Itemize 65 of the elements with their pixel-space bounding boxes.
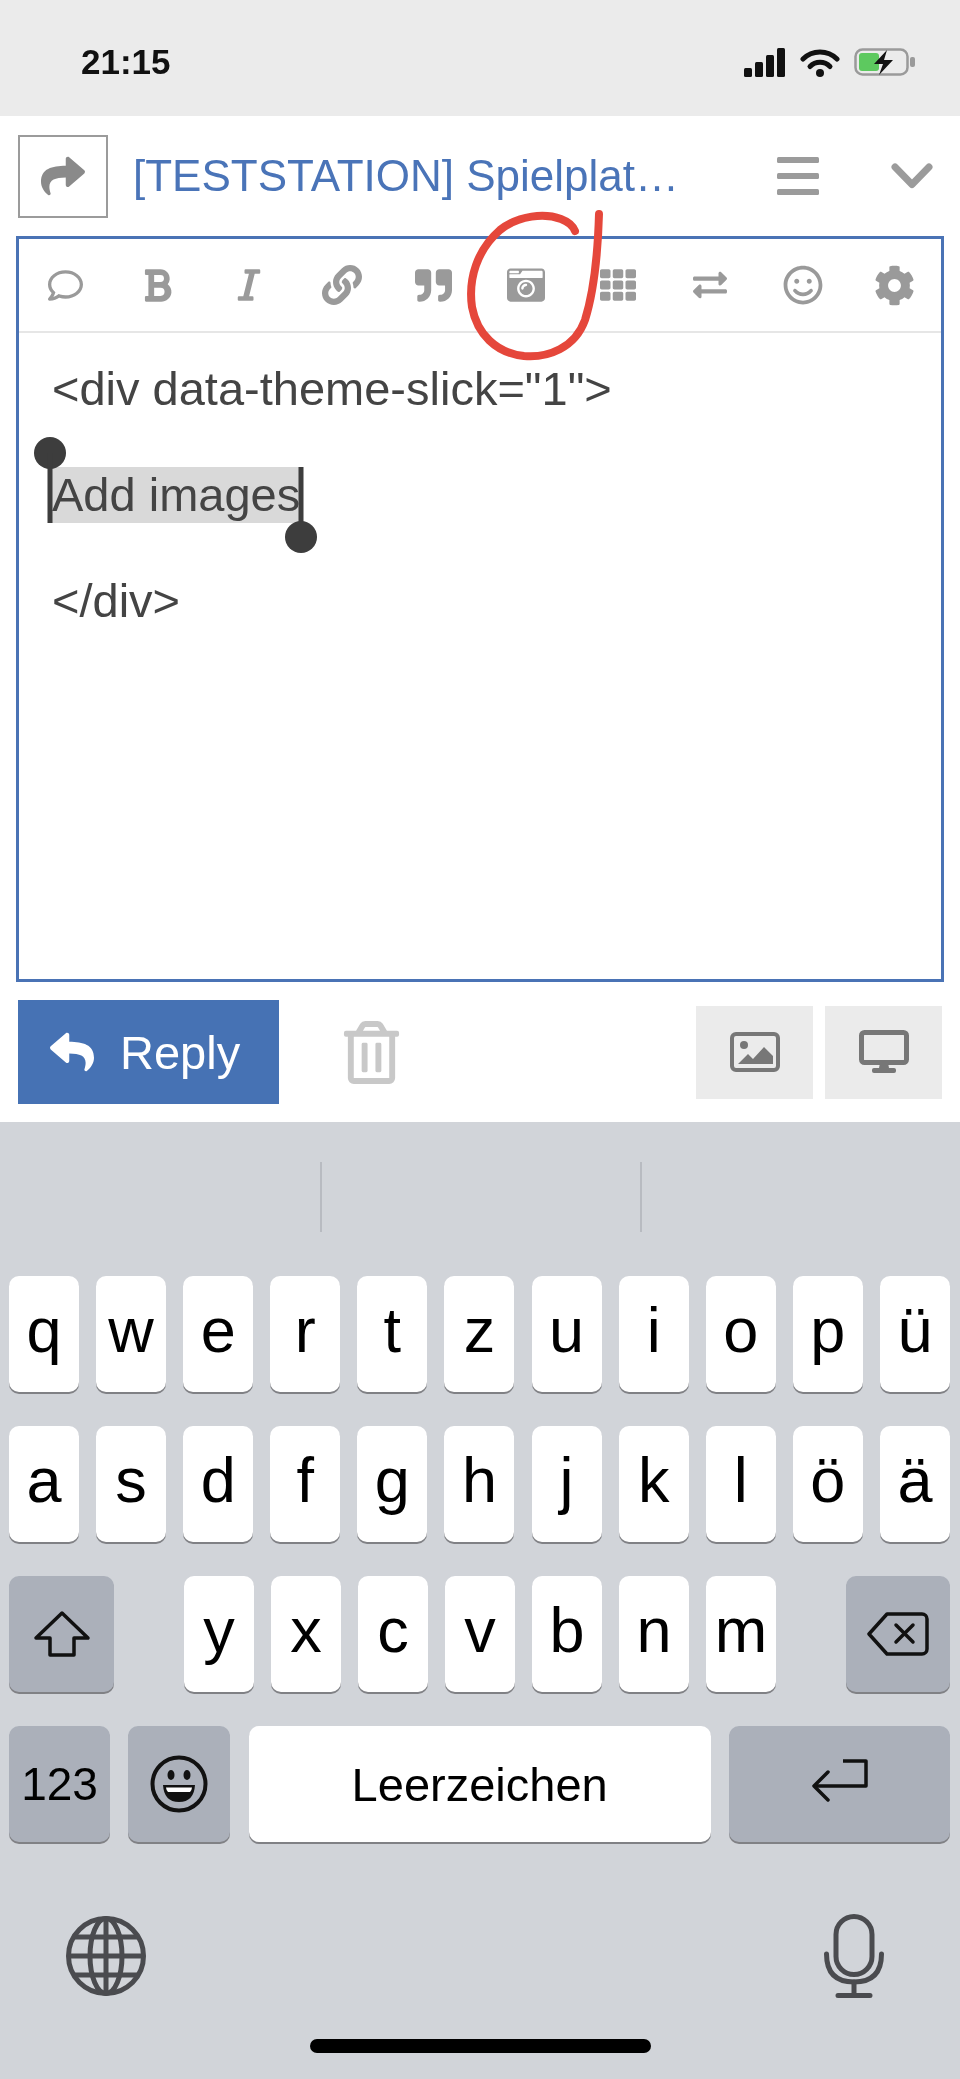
speech-bubble-icon[interactable] (47, 267, 83, 303)
emoji-key[interactable] (128, 1726, 231, 1842)
keyboard-key[interactable]: x (271, 1576, 341, 1692)
keyboard-key[interactable]: f (270, 1426, 341, 1542)
menu-icon[interactable] (777, 157, 819, 195)
share-button[interactable] (18, 134, 108, 218)
keyboard-key[interactable]: m (706, 1576, 776, 1692)
quote-icon[interactable] (415, 266, 453, 304)
keyboard-key[interactable]: n (619, 1576, 689, 1692)
keyboard-key[interactable]: i (618, 1276, 689, 1392)
keyboard-key[interactable]: ö (792, 1426, 863, 1542)
keyboard-key[interactable]: k (618, 1426, 689, 1542)
keyboard-key[interactable]: v (445, 1576, 515, 1692)
camera-icon[interactable] (507, 266, 546, 304)
keyboard-key[interactable]: b (532, 1576, 602, 1692)
wifi-icon (800, 47, 840, 77)
thread-title-link[interactable]: [TESTSTATION] Spielplat… (133, 151, 680, 201)
keyboard-key[interactable]: z (444, 1276, 515, 1392)
keyboard-key[interactable]: g (357, 1426, 428, 1542)
editor-text-line: </div> (52, 573, 181, 629)
chevron-down-icon[interactable] (891, 162, 933, 190)
editor-text-field[interactable]: <div data-theme-slick="1"> Add images </div> (19, 333, 941, 979)
keyboard-key[interactable]: a (9, 1426, 79, 1542)
share-arrow-icon (41, 154, 85, 198)
backspace-key[interactable] (846, 1576, 950, 1692)
link-icon[interactable] (321, 265, 362, 305)
monitor-icon (858, 1030, 909, 1074)
signal-icon (744, 47, 786, 77)
keyboard-key[interactable]: h (444, 1426, 515, 1542)
settings-icon[interactable] (874, 264, 916, 306)
keyboard-key[interactable]: r (270, 1276, 341, 1392)
microphone-icon[interactable] (824, 1914, 884, 1998)
keyboard-key[interactable]: s (96, 1426, 167, 1542)
return-key[interactable] (729, 1726, 950, 1842)
numbers-key[interactable]: 123 (9, 1726, 110, 1842)
globe-icon[interactable] (66, 1916, 146, 1996)
keyboard-key[interactable]: u (531, 1276, 602, 1392)
battery-charging-icon (854, 48, 915, 76)
image-icon (729, 1032, 780, 1072)
keyboard-key[interactable]: ü (879, 1276, 950, 1392)
keyboard-key[interactable]: d (183, 1426, 254, 1542)
keyboard-key[interactable]: ä (879, 1426, 950, 1542)
keyboard-key[interactable]: e (183, 1276, 254, 1392)
grid-icon[interactable] (600, 267, 637, 303)
keyboard-key[interactable]: q (9, 1276, 79, 1392)
keyboard-key[interactable]: l (705, 1426, 776, 1542)
emoji-face-icon (150, 1755, 209, 1813)
image-button[interactable] (696, 1005, 813, 1099)
keyboard-key[interactable]: j (531, 1426, 602, 1542)
keyboard-key[interactable]: p (792, 1276, 863, 1392)
smiley-icon[interactable] (782, 265, 823, 305)
keyboard-key[interactable]: y (184, 1576, 254, 1692)
keyboard-key[interactable]: t (357, 1276, 428, 1392)
editor-text-line: <div data-theme-slick="1"> (52, 361, 612, 417)
reply-arrow-icon (50, 1030, 94, 1074)
status-time: 21:15 (81, 42, 171, 82)
keyboard-key[interactable]: w (96, 1276, 167, 1392)
space-key[interactable]: Leerzeichen (248, 1726, 711, 1842)
keyboard-key[interactable]: o (705, 1276, 776, 1392)
backspace-icon (867, 1612, 929, 1656)
reply-button[interactable]: Reply (18, 1000, 279, 1104)
shift-key[interactable] (9, 1576, 114, 1692)
keyboard-key[interactable]: c (358, 1576, 428, 1692)
shift-arrow-icon (32, 1610, 91, 1658)
preview-button[interactable] (825, 1005, 942, 1099)
